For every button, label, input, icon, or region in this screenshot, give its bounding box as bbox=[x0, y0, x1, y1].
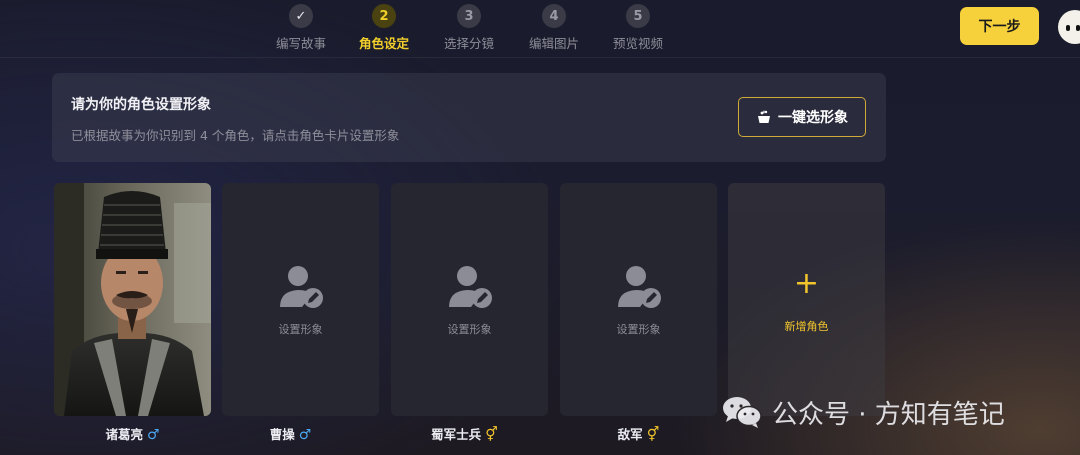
top-bar: ✓ 编写故事 2 角色设定 3 选择分镜 4 编辑图片 5 预览视频 下一步 bbox=[0, 0, 1080, 58]
character-name: 蜀军士兵 bbox=[431, 427, 482, 442]
step-character-setup[interactable]: 2 角色设定 bbox=[344, 4, 424, 52]
character-name-row: 蜀军士兵 ⚥ bbox=[386, 424, 543, 443]
set-appearance-label: 设置形象 bbox=[447, 323, 492, 336]
character-name-row: 曹操 ♂ bbox=[212, 424, 369, 443]
add-character-label: 新增角色 bbox=[784, 320, 829, 333]
character-name: 曹操 bbox=[269, 427, 295, 442]
banner-subtitle: 已根据故事为你识别到 4 个角色，请点击角色卡片设置形象 bbox=[71, 128, 400, 143]
instruction-banner: 请为你的角色设置形象 已根据故事为你识别到 4 个角色，请点击角色卡片设置形象 … bbox=[52, 73, 886, 162]
character-card-shu-soldier[interactable]: 设置形象 bbox=[391, 183, 548, 416]
character-name-row: 诸葛亮 ♂ bbox=[54, 424, 211, 443]
character-card-zhugeliang[interactable] bbox=[54, 183, 211, 416]
watermark-text: 公众号 · 方知有笔记 bbox=[772, 399, 1005, 430]
gender-unspecified-icon: ⚥ bbox=[646, 427, 660, 443]
user-edit-icon bbox=[449, 266, 492, 308]
gender-unspecified-icon: ⚥ bbox=[485, 427, 498, 443]
plus-icon: + bbox=[793, 266, 820, 301]
character-name-row: 敌军 ⚥ bbox=[560, 424, 717, 443]
character-card-enemy[interactable]: 设置形象 bbox=[560, 183, 717, 416]
step-label: 编写故事 bbox=[275, 36, 326, 51]
character-portrait-image bbox=[54, 183, 211, 416]
add-character-card[interactable]: + 新增角色 bbox=[728, 183, 885, 416]
character-name: 敌军 bbox=[617, 427, 643, 442]
male-icon: ♂ bbox=[146, 427, 160, 443]
auto-select-label: 一键选形象 bbox=[778, 110, 848, 126]
avatar[interactable] bbox=[1058, 10, 1080, 44]
user-edit-icon bbox=[618, 266, 661, 308]
step-label: 编辑图片 bbox=[528, 36, 579, 51]
banner-title: 请为你的角色设置形象 bbox=[71, 97, 211, 113]
avatar-eye bbox=[1076, 25, 1080, 31]
user-edit-icon bbox=[280, 266, 323, 308]
step-write-story[interactable]: ✓ 编写故事 bbox=[261, 4, 341, 52]
next-step-button[interactable]: 下一步 bbox=[960, 7, 1039, 45]
step-label: 选择分镜 bbox=[443, 36, 494, 51]
step-number: ✓ bbox=[289, 4, 313, 28]
wechat-icon bbox=[723, 397, 762, 428]
step-choose-storyboard[interactable]: 3 选择分镜 bbox=[429, 4, 509, 52]
step-edit-images[interactable]: 4 编辑图片 bbox=[514, 4, 594, 52]
character-name: 诸葛亮 bbox=[105, 427, 143, 442]
step-preview-video[interactable]: 5 预览视频 bbox=[598, 4, 678, 52]
step-number: 5 bbox=[626, 4, 650, 28]
character-card-caocao[interactable]: 设置形象 bbox=[222, 183, 379, 416]
male-icon: ♂ bbox=[298, 427, 312, 443]
step-number: 2 bbox=[372, 4, 396, 28]
set-appearance-label: 设置形象 bbox=[616, 323, 661, 336]
auto-select-appearance-button[interactable]: 一键选形象 bbox=[738, 97, 866, 137]
watermark: 公众号 · 方知有笔记 bbox=[722, 392, 1005, 432]
step-number: 4 bbox=[542, 4, 566, 28]
step-label: 预览视频 bbox=[612, 36, 663, 51]
set-appearance-label: 设置形象 bbox=[278, 323, 323, 336]
step-label: 角色设定 bbox=[358, 36, 409, 51]
avatar-eye bbox=[1066, 25, 1070, 31]
magic-basket-icon bbox=[758, 110, 770, 123]
step-number: 3 bbox=[457, 4, 481, 28]
